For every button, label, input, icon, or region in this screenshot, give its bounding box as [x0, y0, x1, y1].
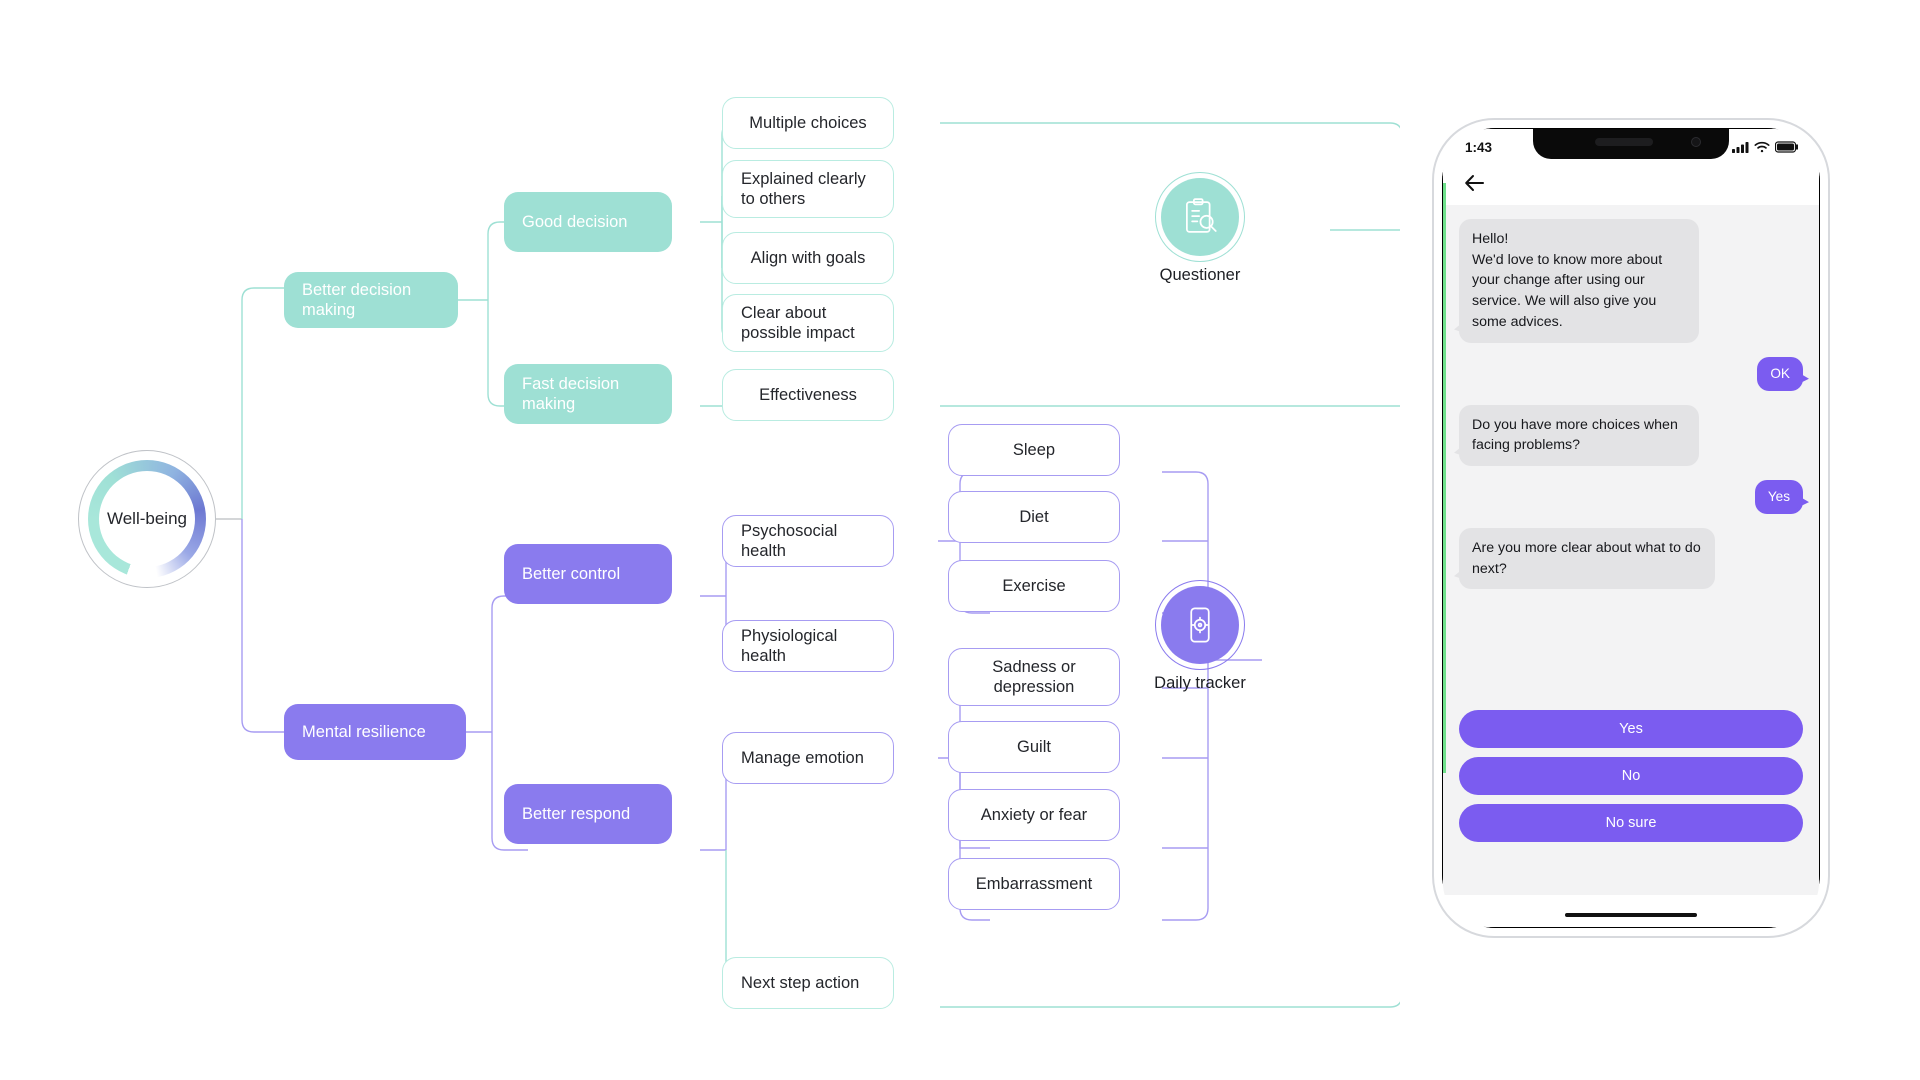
leaf-embarrassment[interactable]: Embarrassment [948, 858, 1120, 910]
back-arrow-icon[interactable] [1463, 171, 1487, 195]
node-label: Fast decision making [522, 374, 620, 413]
node-label: Clear about possible impact [741, 303, 855, 342]
endpoint-daily-tracker[interactable]: Daily tracker [1147, 580, 1253, 693]
answer-button-no[interactable]: No [1459, 757, 1803, 795]
node-mental-resilience[interactable]: Mental resilience [284, 704, 466, 760]
node-label: Mental resilience [302, 722, 426, 741]
node-label: Guilt [1017, 737, 1051, 756]
leaf-explained-clearly-to-others[interactable]: Explained clearly to others [722, 160, 894, 218]
node-physiological-health[interactable]: Physiological health [722, 620, 894, 672]
status-indicators [1732, 141, 1799, 153]
leaf-diet[interactable]: Diet [948, 491, 1120, 543]
daily-tracker-circle [1155, 580, 1245, 670]
chat-bubble-outgoing: OK [1757, 356, 1803, 391]
chat-bubble-outgoing: Yes [1754, 479, 1803, 514]
leaf-clear-about-possible-impact[interactable]: Clear about possible impact [722, 294, 894, 352]
chat-thread[interactable]: Hello! We'd love to know more about your… [1443, 205, 1819, 895]
leaf-guilt[interactable]: Guilt [948, 721, 1120, 773]
node-label: Next step action [741, 973, 860, 992]
node-label: Psychosocial health [741, 521, 838, 560]
node-label: Multiple choices [749, 113, 867, 132]
endpoint-label: Questioner [1159, 266, 1241, 284]
questioner-circle [1155, 172, 1245, 262]
node-label: Better decision making [302, 280, 412, 319]
chat-bubble-incoming: Hello! We'd love to know more about your… [1459, 219, 1699, 343]
mindmap-diagram: Well-being Better decision making Mental… [0, 0, 1400, 1080]
node-better-control[interactable]: Better control [504, 544, 672, 604]
leaf-anxiety-or-fear[interactable]: Anxiety or fear [948, 789, 1120, 841]
node-fast-decision-making[interactable]: Fast decision making [504, 364, 672, 424]
cellular-signal-icon [1732, 142, 1749, 153]
questioner-outline-ring [1155, 172, 1245, 262]
node-label: Explained clearly to others [741, 169, 866, 208]
chat-bubble-incoming: Do you have more choices when facing pro… [1459, 404, 1699, 466]
node-next-step-action[interactable]: Next step action [722, 957, 894, 1009]
screenshot-root: Well-being Better decision making Mental… [0, 0, 1920, 1080]
front-camera-icon [1691, 137, 1701, 147]
node-manage-emotion[interactable]: Manage emotion [722, 732, 894, 784]
screen-edge-highlight [1443, 183, 1446, 773]
node-label: Anxiety or fear [980, 805, 1088, 824]
node-label: Effectiveness [759, 385, 857, 404]
phone-screen: 1:43 Hello! We'd love to know more about… [1443, 129, 1819, 927]
endpoint-label: Daily tracker [1154, 674, 1246, 692]
answer-button-group: Yes No No sure [1459, 710, 1803, 851]
wifi-icon [1754, 141, 1770, 153]
chat-bubble-incoming: Are you more clear about what to do next… [1459, 527, 1715, 590]
node-good-decision[interactable]: Good decision [504, 192, 672, 252]
leaf-multiple-choices[interactable]: Multiple choices [722, 97, 894, 149]
chat-row-outgoing: Yes [1459, 479, 1803, 528]
node-label: Embarrassment [975, 874, 1093, 893]
node-label: Exercise [1002, 576, 1066, 595]
phone-notch [1533, 129, 1729, 159]
node-label: Align with goals [750, 248, 866, 267]
status-time: 1:43 [1465, 139, 1493, 155]
speaker-grille-icon [1595, 138, 1654, 146]
home-indicator[interactable] [1565, 913, 1697, 917]
daily-tracker-outline-ring [1155, 580, 1245, 670]
node-label: Diet [1019, 507, 1049, 526]
node-label: Sleep [1012, 440, 1056, 459]
endpoint-questioner[interactable]: Questioner [1147, 172, 1253, 285]
node-label: Physiological health [741, 626, 838, 665]
battery-icon [1775, 141, 1798, 153]
leaf-effectiveness[interactable]: Effectiveness [722, 369, 894, 421]
node-better-respond[interactable]: Better respond [504, 784, 672, 844]
root-label: Well-being [106, 509, 187, 528]
chat-row-outgoing: OK [1459, 356, 1803, 405]
leaf-sadness-or-depression[interactable]: Sadness or depression [948, 648, 1120, 706]
node-label: Manage emotion [741, 748, 864, 767]
leaf-exercise[interactable]: Exercise [948, 560, 1120, 612]
phone-mockup: 1:43 Hello! We'd love to know more about… [1432, 118, 1830, 938]
answer-button-yes[interactable]: Yes [1459, 710, 1803, 748]
node-label: Better respond [522, 804, 631, 823]
node-better-decision-making[interactable]: Better decision making [284, 272, 458, 328]
root-node-well-being[interactable]: Well-being [78, 450, 216, 588]
node-label: Better control [522, 564, 621, 583]
answer-button-no-sure[interactable]: No sure [1459, 804, 1803, 842]
node-label: Sadness or depression [992, 657, 1076, 696]
app-navbar [1443, 161, 1819, 205]
leaf-align-with-goals[interactable]: Align with goals [722, 232, 894, 284]
leaf-sleep[interactable]: Sleep [948, 424, 1120, 476]
node-label: Good decision [522, 212, 628, 231]
node-psychosocial-health[interactable]: Psychosocial health [722, 515, 894, 567]
